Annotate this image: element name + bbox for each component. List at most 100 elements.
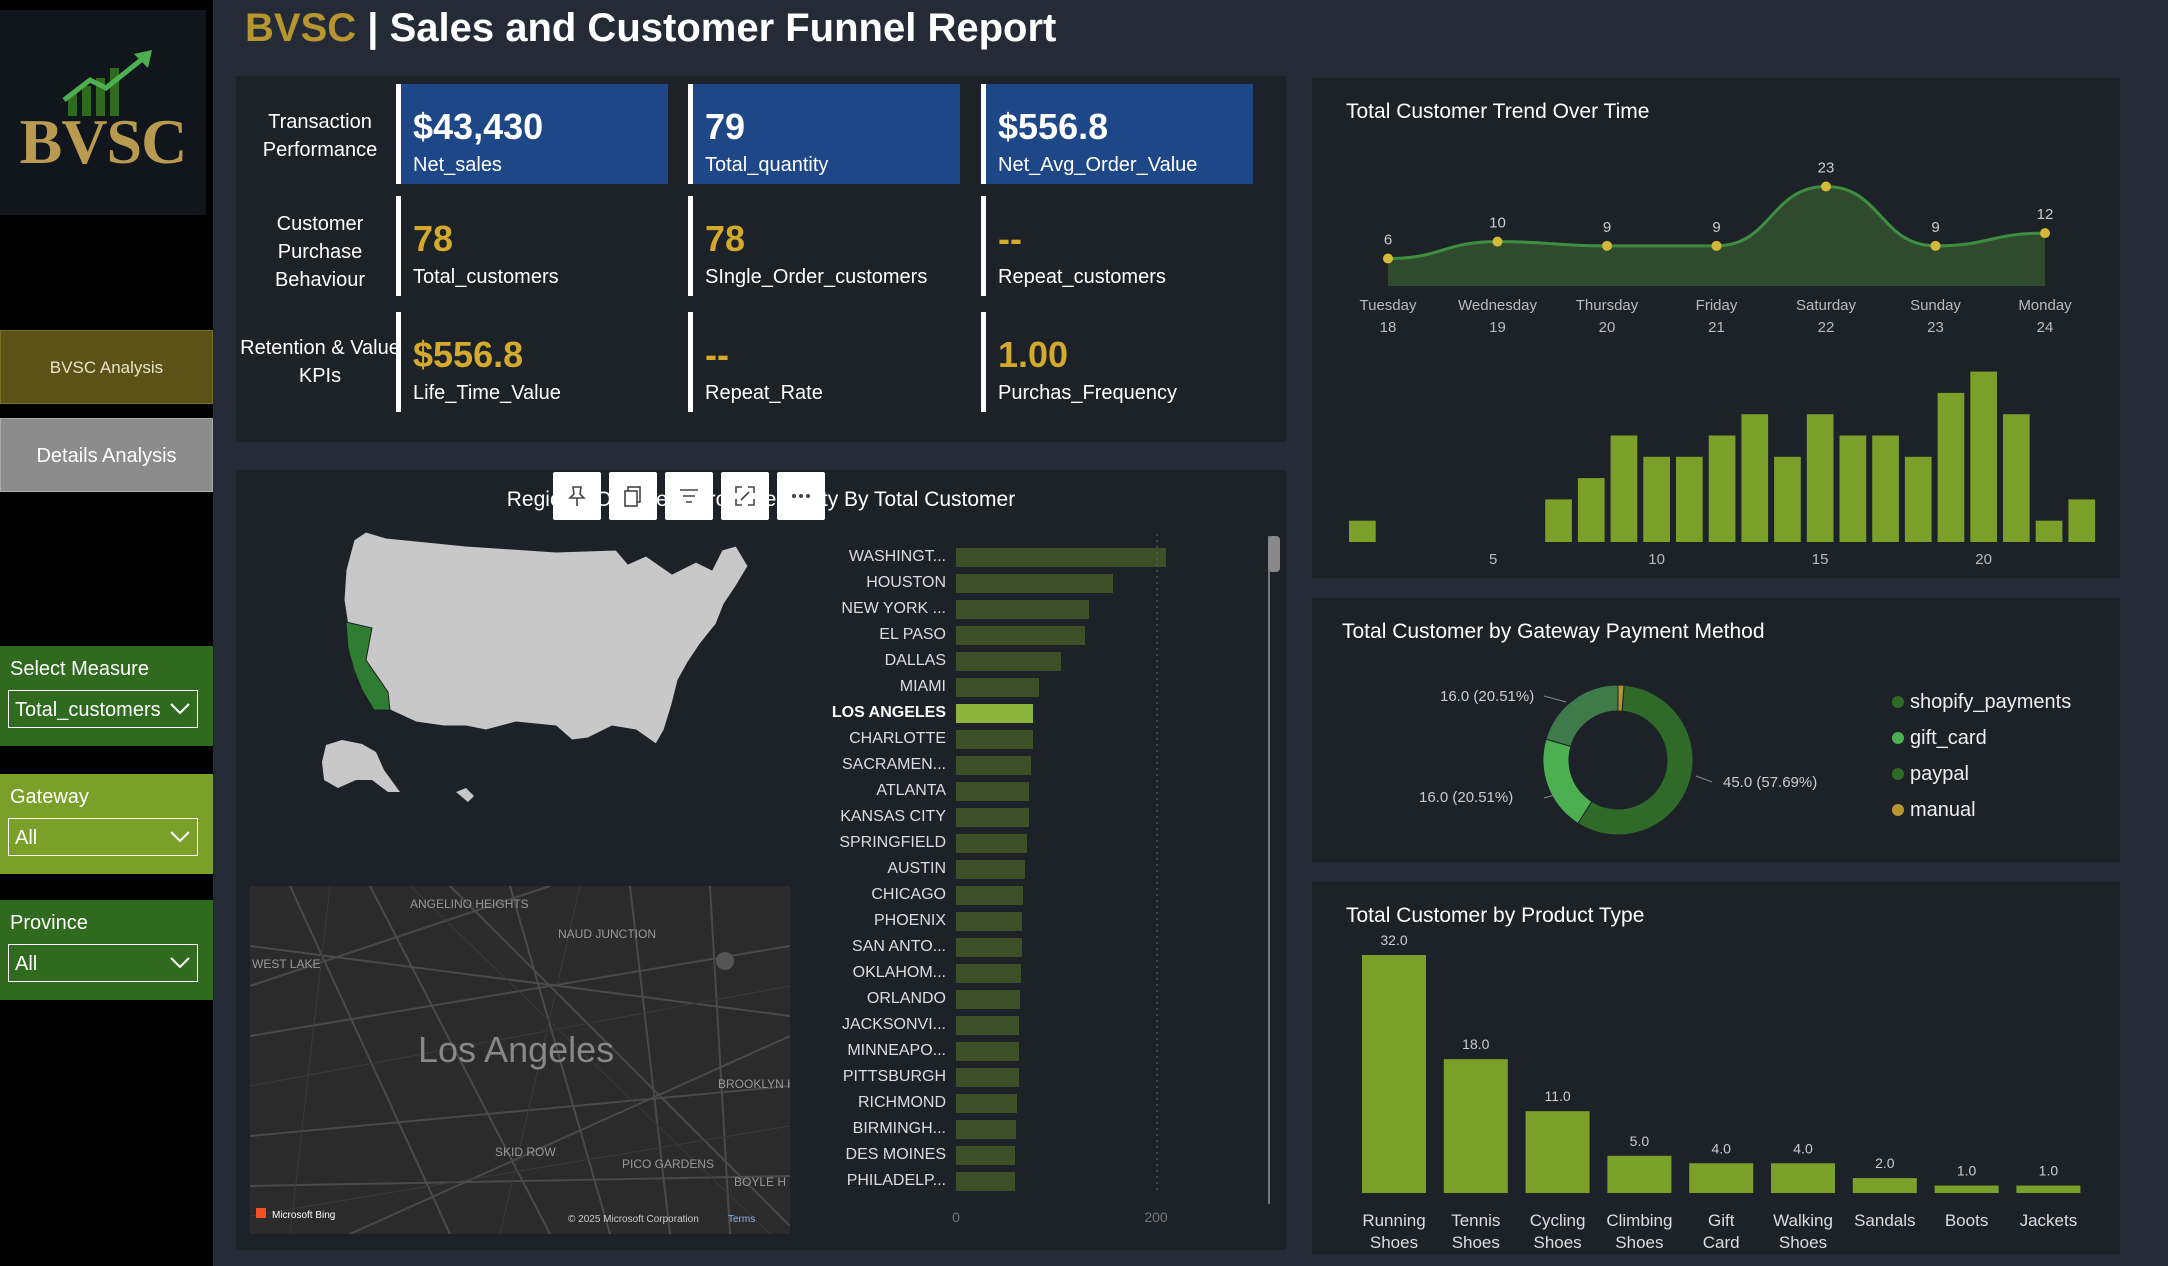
donut-slice-paypal[interactable]: [1545, 684, 1619, 747]
kpi-card-lifetime-value[interactable]: $556.8 Life_Time_Value: [396, 312, 668, 412]
product-bar[interactable]: [1443, 1059, 1508, 1193]
measure-dropdown[interactable]: Total_customers: [8, 690, 198, 728]
trend-column-bar[interactable]: [1741, 414, 1769, 542]
trend-data-label: 9: [1603, 219, 1611, 236]
city-bar-scrollbar[interactable]: [1268, 536, 1278, 1204]
details-analysis-button[interactable]: Details Analysis: [0, 418, 213, 492]
trend-point[interactable]: [2040, 228, 2050, 239]
product-data-label: 5.0: [1630, 1133, 1650, 1149]
donut-slice-gift-card[interactable]: [1542, 738, 1593, 825]
kpi-panel: Transaction Performance Customer Purchas…: [236, 76, 1286, 442]
province-dropdown-value: All: [15, 953, 38, 975]
trend-column-x-tick: 5: [1489, 551, 1497, 568]
trend-point[interactable]: [1492, 236, 1503, 247]
trend-column-bar[interactable]: [1545, 499, 1572, 542]
product-bar[interactable]: [1607, 1155, 1672, 1193]
kpi-card-single-order-customers[interactable]: 78 SIngle_Order_customers: [688, 196, 960, 296]
trend-column-bar[interactable]: [1774, 456, 1801, 542]
kpi-card-total-customers[interactable]: 78 Total_customers: [396, 196, 668, 296]
city-bar-scroll-thumb[interactable]: [1268, 536, 1280, 572]
product-bar[interactable]: [1525, 1111, 1590, 1193]
kpi-card-repeat-rate[interactable]: -- Repeat_Rate: [688, 312, 960, 412]
regional-overview-panel: Regional Overview: Province & City By To…: [236, 470, 1286, 1250]
product-bar[interactable]: [1934, 1185, 1999, 1193]
trend-point[interactable]: [1930, 240, 1941, 251]
kpi-label: Total_quantity: [705, 154, 829, 176]
kpi-label: Total_customers: [413, 266, 559, 288]
trend-column-bar[interactable]: [1937, 392, 1965, 542]
measure-dropdown-value: Total_customers: [15, 699, 161, 721]
product-bar-chart: 32.0 Running Shoes 18.0 Tennis Shoes 11.0 Cycli…: [1362, 932, 2081, 1252]
row-label-transaction: Transaction Performance: [262, 111, 378, 161]
trend-column-x-tick: 10: [1648, 551, 1665, 568]
kpi-card-net-sales[interactable]: $43,430 Net_sales: [396, 84, 668, 184]
trend-column-bar[interactable]: [1904, 456, 1932, 542]
trend-column-bar[interactable]: [1610, 435, 1638, 543]
trend-column-bar[interactable]: [1708, 435, 1736, 543]
product-x-tick: Climbing: [1606, 1211, 1672, 1230]
trend-column-bar[interactable]: [1872, 435, 1899, 543]
legend-item-gift-card[interactable]: gift_card: [1910, 727, 1987, 749]
trend-column-bar[interactable]: [1839, 435, 1867, 543]
kpi-value: --: [705, 334, 729, 375]
product-bar[interactable]: [1771, 1163, 1835, 1193]
product-x-tick: Shoes: [1779, 1233, 1827, 1252]
kpi-card-avg-order-value[interactable]: $556.8 Net_Avg_Order_Value: [981, 84, 1253, 184]
product-x-tick: Boots: [1945, 1211, 1988, 1230]
product-bar[interactable]: [2016, 1185, 2081, 1193]
legend-item-shopify-payments[interactable]: shopify_payments: [1910, 691, 2071, 713]
product-bar[interactable]: [1362, 955, 1426, 1193]
trend-x-tick-day: Sunday: [1910, 297, 1961, 314]
kpi-card-total-quantity[interactable]: 79 Total_quantity: [688, 84, 960, 184]
trend-column-x-tick: 20: [1975, 551, 1992, 568]
product-x-tick: Shoes: [1370, 1233, 1418, 1252]
product-data-label: 18.0: [1462, 1036, 1489, 1052]
legend-marker: [1892, 696, 1904, 708]
product-x-tick: Jackets: [2020, 1211, 2078, 1230]
trend-x-tick-date: 21: [1708, 319, 1725, 336]
product-bar[interactable]: [1852, 1178, 1917, 1193]
trend-column-bar[interactable]: [1806, 414, 1834, 542]
trend-column-bar[interactable]: [2068, 499, 2096, 542]
trend-column-bar[interactable]: [2003, 414, 2030, 542]
legend-marker: [1892, 768, 1904, 780]
trend-point[interactable]: [1602, 240, 1612, 251]
product-x-tick: Running: [1362, 1211, 1425, 1230]
trend-point[interactable]: [1383, 253, 1393, 264]
trend-column-bar[interactable]: [1676, 456, 1703, 542]
trend-column-bar[interactable]: [1970, 371, 1997, 542]
trend-area: [1388, 186, 2045, 286]
trend-column-bar[interactable]: [1643, 456, 1670, 542]
legend-item-manual[interactable]: manual: [1910, 799, 1976, 821]
measure-slicer-label: Select Measure: [10, 658, 149, 680]
kpi-value: $43,430: [413, 106, 544, 147]
trend-column-bar[interactable]: [1577, 478, 1605, 542]
trend-column-bar[interactable]: [1349, 520, 1376, 542]
trend-x-tick-date: 20: [1599, 319, 1616, 336]
kpi-card-purchase-frequency[interactable]: 1.00 Purchas_Frequency: [981, 312, 1253, 412]
trend-point[interactable]: [1821, 181, 1831, 192]
kpi-label: Repeat_customers: [998, 266, 1166, 288]
gateway-slicer-label: Gateway: [10, 786, 89, 808]
trend-point[interactable]: [1711, 240, 1722, 251]
trend-column-bar[interactable]: [2035, 520, 2063, 542]
trend-x-tick-day: Thursday: [1576, 297, 1639, 314]
row-label-retention: Retention & Value KPIs: [240, 337, 400, 387]
kpi-card-repeat-customers[interactable]: -- Repeat_customers: [981, 196, 1253, 296]
donut-leader-line: [1543, 695, 1567, 703]
trend-data-label: 10: [1489, 215, 1506, 232]
product-data-label: 1.0: [1957, 1163, 1977, 1179]
logo-text: BVSC: [19, 106, 188, 177]
chevron-down-icon: [170, 831, 190, 843]
trend-data-label: 6: [1384, 232, 1392, 249]
city-bar-axis: 0 200: [952, 534, 1168, 1225]
province-dropdown[interactable]: All: [8, 944, 198, 982]
donut-label-shopify: 45.0 (57.69%): [1723, 774, 1817, 791]
legend-item-paypal[interactable]: paypal: [1910, 763, 1969, 785]
province-slicer: Province All: [0, 900, 213, 1000]
gateway-dropdown[interactable]: All: [8, 818, 198, 856]
page-title: BVSC | Sales and Customer Funnel Report: [245, 6, 1056, 51]
product-bar[interactable]: [1689, 1163, 1754, 1193]
bvsc-analysis-button[interactable]: BVSC Analysis: [0, 330, 213, 404]
gateway-donut-chart: 45.0 (57.69%) 16.0 (20.51%) 16.0 (20.51%) s…: [1419, 684, 2071, 836]
